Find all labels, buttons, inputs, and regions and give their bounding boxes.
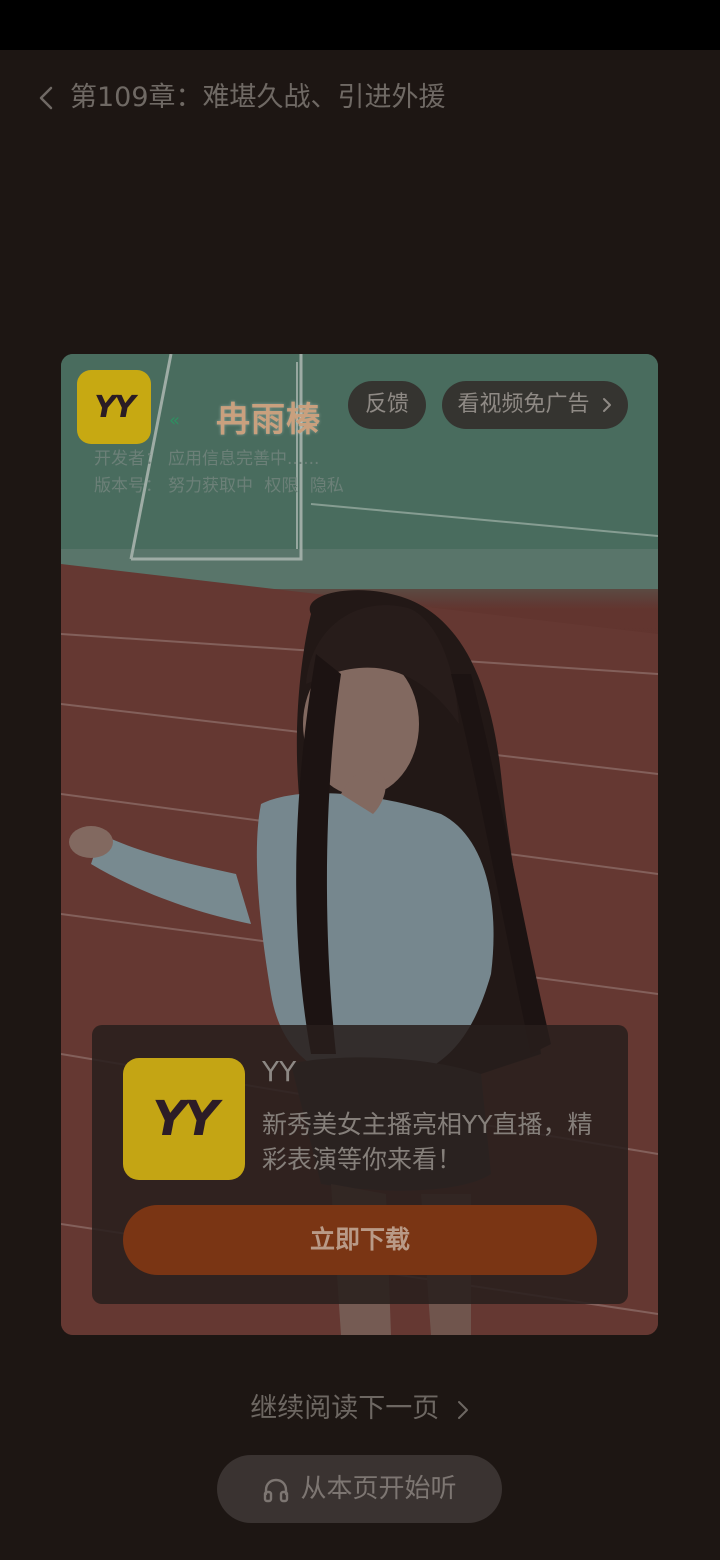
app-description: 新秀美女主播亮相YY直播，精彩表演等你来看！ bbox=[262, 1110, 593, 1174]
download-button[interactable]: 立即下载 bbox=[123, 1205, 597, 1275]
permissions-link[interactable]: 权限 bbox=[264, 476, 298, 496]
back-button[interactable] bbox=[32, 80, 62, 116]
chevron-left-icon bbox=[39, 86, 53, 110]
headphones-icon bbox=[264, 1478, 289, 1502]
feedback-button[interactable]: 反馈 bbox=[348, 381, 426, 429]
version-label: 版本号： bbox=[94, 476, 162, 496]
watch-video-no-ad-label: 看视频免广告 bbox=[457, 392, 590, 417]
chapter-title: 第109章：难堪久战、引进外援 bbox=[70, 82, 446, 113]
app-icon-text: YY bbox=[152, 1091, 218, 1147]
top-nav: 第109章：难堪久战、引进外援 bbox=[0, 50, 720, 146]
privacy-link[interactable]: 隐私 bbox=[310, 476, 344, 496]
listen-from-page-button[interactable]: 从本页开始听 bbox=[217, 1455, 502, 1523]
app-icon: YY bbox=[123, 1058, 245, 1180]
developer-value: 应用信息完善中...... bbox=[168, 449, 320, 469]
yy-logo: YY bbox=[77, 370, 151, 444]
double-chevron-left-icon: « bbox=[169, 410, 181, 431]
developer-label: 开发者： bbox=[94, 449, 162, 469]
ad-info-panel: YY YY 新秀美女主播亮相YY直播，精彩表演等你来看！ 立即下载 bbox=[92, 1025, 628, 1304]
app-name: YY bbox=[262, 1055, 297, 1088]
status-bar bbox=[0, 0, 720, 50]
continue-reading-link[interactable]: 继续阅读下一页 bbox=[0, 1386, 720, 1425]
ad-brand-name: 冉雨榛 bbox=[216, 400, 321, 440]
ad-meta-info: 开发者： 应用信息完善中...... 版本号： 努力获取中 权限 隐私 bbox=[94, 446, 350, 500]
yy-logo-text: YY bbox=[94, 389, 135, 425]
listen-label: 从本页开始听 bbox=[300, 1474, 457, 1504]
chevron-right-icon bbox=[457, 1400, 468, 1419]
watch-video-no-ad-button[interactable]: 看视频免广告 bbox=[442, 381, 628, 429]
continue-reading-label: 继续阅读下一页 bbox=[250, 1393, 440, 1424]
version-value: 努力获取中 bbox=[168, 476, 253, 496]
chevron-right-icon bbox=[602, 398, 611, 412]
